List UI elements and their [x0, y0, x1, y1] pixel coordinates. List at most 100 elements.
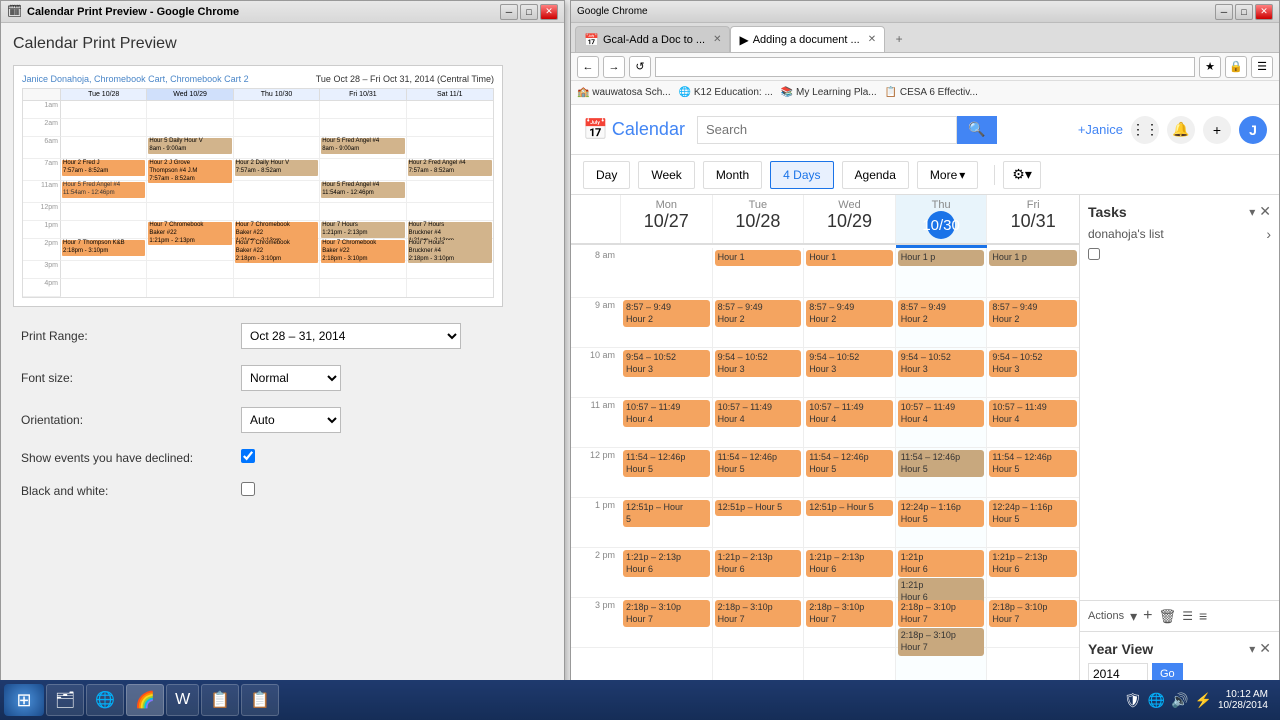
- gcal-event-thu-h7b[interactable]: 2:18p – 3:10pHour 7: [898, 628, 985, 655]
- taskbar-explorer-button[interactable]: 🗂: [46, 684, 84, 716]
- tab2-close-icon[interactable]: ✕: [868, 34, 876, 45]
- maximize-button[interactable]: □: [520, 4, 538, 20]
- gcal-event-tue-h7[interactable]: 2:18p – 3:10pHour 7: [715, 600, 802, 627]
- chrome-menu-button[interactable]: ☰: [1251, 56, 1273, 78]
- gcal-event-fri-h5[interactable]: 11:54 – 12:46pHour 5: [989, 450, 1077, 477]
- print-range-select[interactable]: Oct 28 – 31, 2014: [241, 323, 461, 349]
- chrome-minimize[interactable]: ─: [1215, 4, 1233, 20]
- gcal-event-fri-h6[interactable]: 1:21p – 2:13pHour 6: [989, 550, 1077, 577]
- view-day-button[interactable]: Day: [583, 161, 630, 189]
- gcal-event-fri-h5b[interactable]: 12:24p – 1:16pHour 5: [989, 500, 1077, 527]
- year-view-expand-button[interactable]: ▾: [1249, 640, 1255, 657]
- task-list-arrow-button[interactable]: ›: [1266, 226, 1271, 242]
- tab-adding-doc[interactable]: ▶ Adding a document ... ✕: [730, 26, 885, 52]
- forward-button[interactable]: →: [603, 56, 625, 78]
- gcal-event-mon-h2[interactable]: 8:57 – 9:49Hour 2: [623, 300, 710, 327]
- taskbar-word-button[interactable]: W: [166, 684, 199, 716]
- back-button[interactable]: ←: [577, 56, 599, 78]
- tasks-close-button[interactable]: ✕: [1259, 203, 1271, 220]
- gcal-event-wed-h5b[interactable]: 12:51p – Hour 5: [806, 500, 893, 516]
- gcal-event-fri-h3[interactable]: 9:54 – 10:52Hour 3: [989, 350, 1077, 377]
- bookmark-cesa[interactable]: 📋 CESA 6 Effectiv...: [885, 87, 978, 98]
- action-expand-button[interactable]: ▾: [1130, 608, 1137, 625]
- bookmark-mylearning[interactable]: 📚 My Learning Pla...: [781, 87, 877, 98]
- gcal-search-button[interactable]: 🔍: [957, 116, 997, 144]
- gcal-event-wed-h4[interactable]: 10:57 – 11:49Hour 4: [806, 400, 893, 427]
- taskbar-app2-button[interactable]: 📋: [241, 684, 279, 716]
- reload-button[interactable]: ↺: [629, 56, 651, 78]
- gcal-event-tue-h1[interactable]: Hour 1: [715, 250, 802, 266]
- gcal-plus-button[interactable]: +: [1203, 116, 1231, 144]
- gcal-event-fri-h4[interactable]: 10:57 – 11:49Hour 4: [989, 400, 1077, 427]
- gcal-event-tue-h5b[interactable]: 12:51p – Hour 5: [715, 500, 802, 516]
- taskbar-app1-button[interactable]: 📋: [201, 684, 239, 716]
- bookmark-k12[interactable]: 🌐 K12 Education: ...: [679, 87, 773, 98]
- url-bar[interactable]: -1+22876+22879+22876: [655, 57, 1195, 77]
- action-more-button[interactable]: ≡: [1199, 608, 1207, 624]
- gcal-event-tue-h6[interactable]: 1:21p – 2:13pHour 6: [715, 550, 802, 577]
- action-add-button[interactable]: +: [1143, 607, 1152, 625]
- gcal-user-label[interactable]: +Janice: [1078, 122, 1123, 137]
- view-month-button[interactable]: Month: [703, 161, 762, 189]
- new-tab-button[interactable]: +: [885, 26, 913, 52]
- action-list-button[interactable]: ☰: [1182, 609, 1193, 623]
- gcal-event-tue-h5[interactable]: 11:54 – 12:46pHour 5: [715, 450, 802, 477]
- view-4days-button[interactable]: 4 Days: [770, 161, 833, 189]
- gcal-event-wed-h3[interactable]: 9:54 – 10:52Hour 3: [806, 350, 893, 377]
- gcal-event-mon-h7[interactable]: 2:18p – 3:10pHour 7: [623, 600, 710, 627]
- gcal-event-wed-h6[interactable]: 1:21p – 2:13pHour 6: [806, 550, 893, 577]
- taskbar-ie-button[interactable]: 🌐: [86, 684, 124, 716]
- gcal-apps-button[interactable]: ⋮⋮: [1131, 116, 1159, 144]
- chrome-close[interactable]: ✕: [1255, 4, 1273, 20]
- tab1-close-icon[interactable]: ✕: [713, 34, 721, 45]
- gcal-event-wed-h7[interactable]: 2:18p – 3:10pHour 7: [806, 600, 893, 627]
- bookmark-star-button[interactable]: ★: [1199, 56, 1221, 78]
- gcal-event-wed-h5[interactable]: 11:54 – 12:46pHour 5: [806, 450, 893, 477]
- gcal-event-fri-h7[interactable]: 2:18p – 3:10pHour 7: [989, 600, 1077, 627]
- gcal-event-mon-h5b[interactable]: 12:51p – Hour5: [623, 500, 710, 527]
- chrome-maximize[interactable]: □: [1235, 4, 1253, 20]
- gcal-event-wed-h1[interactable]: Hour 1: [806, 250, 893, 266]
- task-checkbox-1[interactable]: [1088, 248, 1100, 260]
- gcal-event-thu-h4[interactable]: 10:57 – 11:49Hour 4: [898, 400, 985, 427]
- extensions-button[interactable]: 🔒: [1225, 56, 1247, 78]
- gcal-event-thu-h3[interactable]: 9:54 – 10:52Hour 3: [898, 350, 985, 377]
- bw-checkbox[interactable]: [241, 482, 255, 496]
- view-more-button[interactable]: More ▾: [917, 161, 978, 189]
- start-button[interactable]: ⊞: [4, 684, 44, 716]
- close-button[interactable]: ✕: [540, 4, 558, 20]
- gcal-event-tue-h2[interactable]: 8:57 – 9:49Hour 2: [715, 300, 802, 327]
- gcal-event-mon-h4[interactable]: 10:57 – 11:49Hour 4: [623, 400, 710, 427]
- gcal-avatar[interactable]: J: [1239, 116, 1267, 144]
- gcal-event-thu-h7[interactable]: 2:18p – 3:10pHour 7: [898, 600, 985, 627]
- gcal-event-thu-h5[interactable]: 11:54 – 12:46pHour 5: [898, 450, 985, 477]
- gcal-search-input[interactable]: [697, 116, 957, 144]
- action-delete-button[interactable]: 🗑: [1158, 608, 1176, 625]
- gcal-event-mon-h5a[interactable]: 11:54 – 12:46pHour 5: [623, 450, 710, 477]
- tasks-expand-button[interactable]: ▾: [1249, 203, 1255, 220]
- gcal-event-thu-h2[interactable]: 8:57 – 9:49Hour 2: [898, 300, 985, 327]
- gcal-scroll-area[interactable]: 8 am 9 am 10 am 11 am 12 pm 1 pm 2 pm 3 …: [571, 248, 1079, 693]
- gcal-event-mon-h3[interactable]: 9:54 – 10:52Hour 3: [623, 350, 710, 377]
- bookmark-wauwatosa[interactable]: 🏫 wauwatosa Sch...: [577, 87, 671, 98]
- view-agenda-button[interactable]: Agenda: [842, 161, 909, 189]
- gcal-event-tue-h4[interactable]: 10:57 – 11:49Hour 4: [715, 400, 802, 427]
- tab-gcal-add[interactable]: 📅 Gcal-Add a Doc to ... ✕: [575, 26, 730, 52]
- font-size-select[interactable]: Normal: [241, 365, 341, 391]
- taskbar-chrome-button[interactable]: 🌈: [126, 684, 164, 716]
- gcal-event-thu-h6[interactable]: 1:21pHour 6: [898, 550, 985, 577]
- gcal-event-thu-h1[interactable]: Hour 1 p: [898, 250, 985, 266]
- gcal-event-mon-h6[interactable]: 1:21p – 2:13pHour 6: [623, 550, 710, 577]
- gcal-event-tue-h3[interactable]: 9:54 – 10:52Hour 3: [715, 350, 802, 377]
- year-view-close-button[interactable]: ✕: [1259, 640, 1271, 657]
- gcal-settings-button[interactable]: ⚙▾: [1003, 161, 1041, 189]
- minimize-button[interactable]: ─: [500, 4, 518, 20]
- declined-events-checkbox[interactable]: [241, 449, 255, 463]
- view-week-button[interactable]: Week: [638, 161, 694, 189]
- gcal-event-wed-h2[interactable]: 8:57 – 9:49Hour 2: [806, 300, 893, 327]
- gcal-event-thu-h5b[interactable]: 12:24p – 1:16pHour 5: [898, 500, 985, 527]
- gcal-bell-button[interactable]: 🔔: [1167, 116, 1195, 144]
- gcal-event-fri-h2[interactable]: 8:57 – 9:49Hour 2: [989, 300, 1077, 327]
- orientation-select[interactable]: Auto: [241, 407, 341, 433]
- gcal-event-fri-h1[interactable]: Hour 1 p: [989, 250, 1077, 266]
